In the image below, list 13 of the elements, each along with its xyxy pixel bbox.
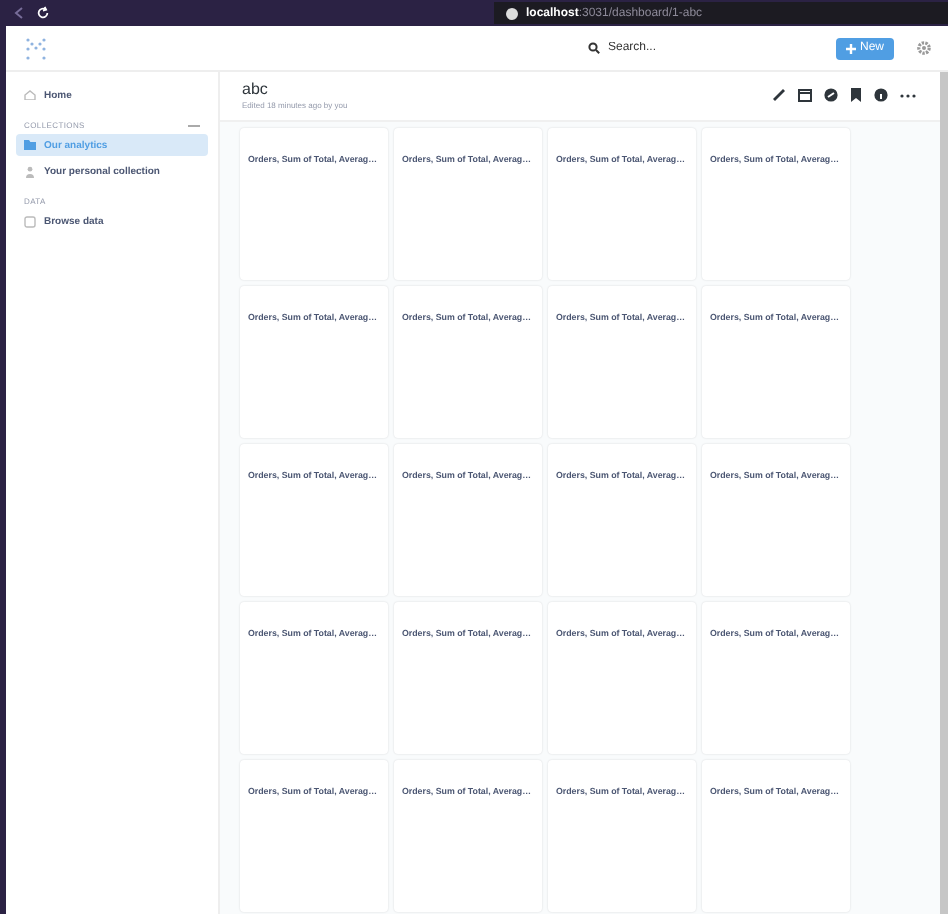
bookmark-icon[interactable] [850,88,862,102]
dashboard-title: abc [242,80,270,98]
settings-icon[interactable] [916,40,932,56]
person-icon [24,165,36,177]
plus-icon [845,43,856,53]
home-icon [24,90,36,100]
search-icon [587,42,600,54]
folder-icon [24,140,36,150]
pencil-icon[interactable] [772,88,786,102]
scrollbar[interactable] [940,72,948,914]
back-icon[interactable] [12,6,24,20]
reload-icon[interactable] [36,6,50,20]
database-icon [24,215,36,227]
